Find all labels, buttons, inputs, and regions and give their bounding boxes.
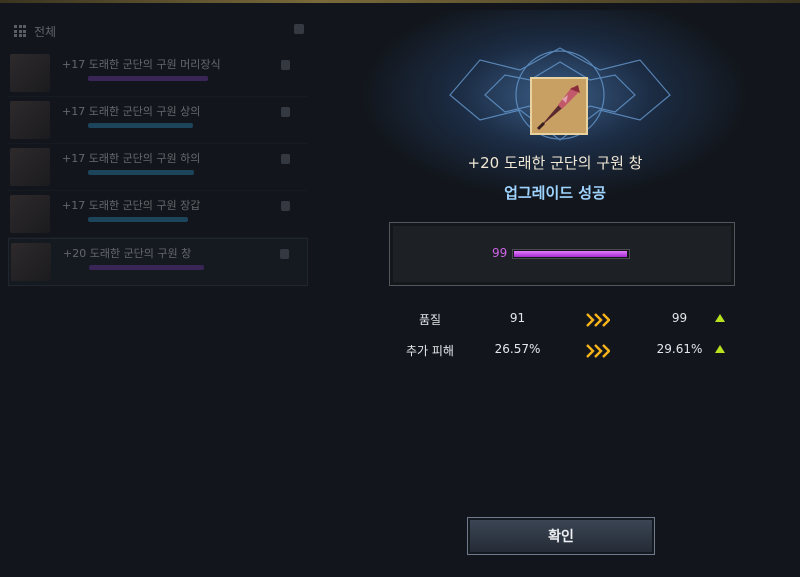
item-name: +20 도래한 군단의 구원 창 [63,247,192,260]
stat-row-quality: 품질 91 99 [390,311,735,331]
increase-arrow-icon [715,314,725,322]
list-item[interactable]: +17 도래한 군단의 구원 하의 [8,144,308,191]
quality-value: 99 [492,246,508,260]
stat-old-value: 26.57% [494,342,541,356]
confirm-button[interactable]: 확인 [467,517,655,555]
lock-icon [281,60,290,70]
item-icon [530,77,588,135]
quality-bar [89,265,204,270]
item-name: +17 도래한 군단의 구원 머리장식 [62,58,221,71]
item-thumbnail [10,54,50,92]
stat-row-additional-damage: 추가 피해 26.57% 29.61% [390,342,735,362]
item-thumbnail [10,101,50,139]
lock-icon [281,201,290,211]
triple-arrow-icon [586,344,610,358]
quality-bar [88,76,208,81]
list-item[interactable]: +17 도래한 군단의 구원 머리장식 [8,50,308,97]
stat-new-value: 99 [671,311,688,325]
top-border [0,0,800,3]
stat-label: 추가 피해 [406,344,454,358]
list-header-label: 전체 [34,24,57,39]
lock-icon [280,249,289,259]
lock-icon [281,154,290,164]
stat-new-value: 29.61% [656,342,703,356]
item-thumbnail [11,243,51,281]
spear-icon [532,79,586,133]
upgrade-status: 업그레이드 성공 [504,184,606,202]
list-item-selected[interactable]: +20 도래한 군단의 구원 창 [8,238,308,286]
item-title: +20 도래한 군단의 구원 창 [467,154,643,172]
item-thumbnail [10,148,50,186]
settings-icon[interactable] [294,24,304,34]
list-header[interactable]: 전체 [14,20,56,42]
stat-old-value: 91 [509,311,526,325]
list-item[interactable]: +17 도래한 군단의 구원 장갑 [8,191,308,238]
quality-bar [88,123,193,128]
quality-progress-fill [514,251,627,257]
item-thumbnail [10,195,50,233]
item-name: +17 도래한 군단의 구원 하의 [62,152,201,165]
list-item[interactable]: +17 도래한 군단의 구원 상의 [8,97,308,144]
grid-icon [14,25,26,37]
stat-label: 품질 [418,313,442,327]
item-name: +17 도래한 군단의 구원 상의 [62,105,201,118]
item-list-panel: 전체 +17 도래한 군단의 구원 머리장식 +17 도래한 군단의 구원 상의… [0,16,308,286]
item-list: +17 도래한 군단의 구원 머리장식 +17 도래한 군단의 구원 상의 +1… [8,50,308,286]
quality-bar [88,217,188,222]
quality-bar [88,170,194,175]
item-name: +17 도래한 군단의 구원 장갑 [62,199,201,212]
lock-icon [281,107,290,117]
increase-arrow-icon [715,345,725,353]
quality-progress-bar [512,249,630,259]
triple-arrow-icon [586,313,610,327]
